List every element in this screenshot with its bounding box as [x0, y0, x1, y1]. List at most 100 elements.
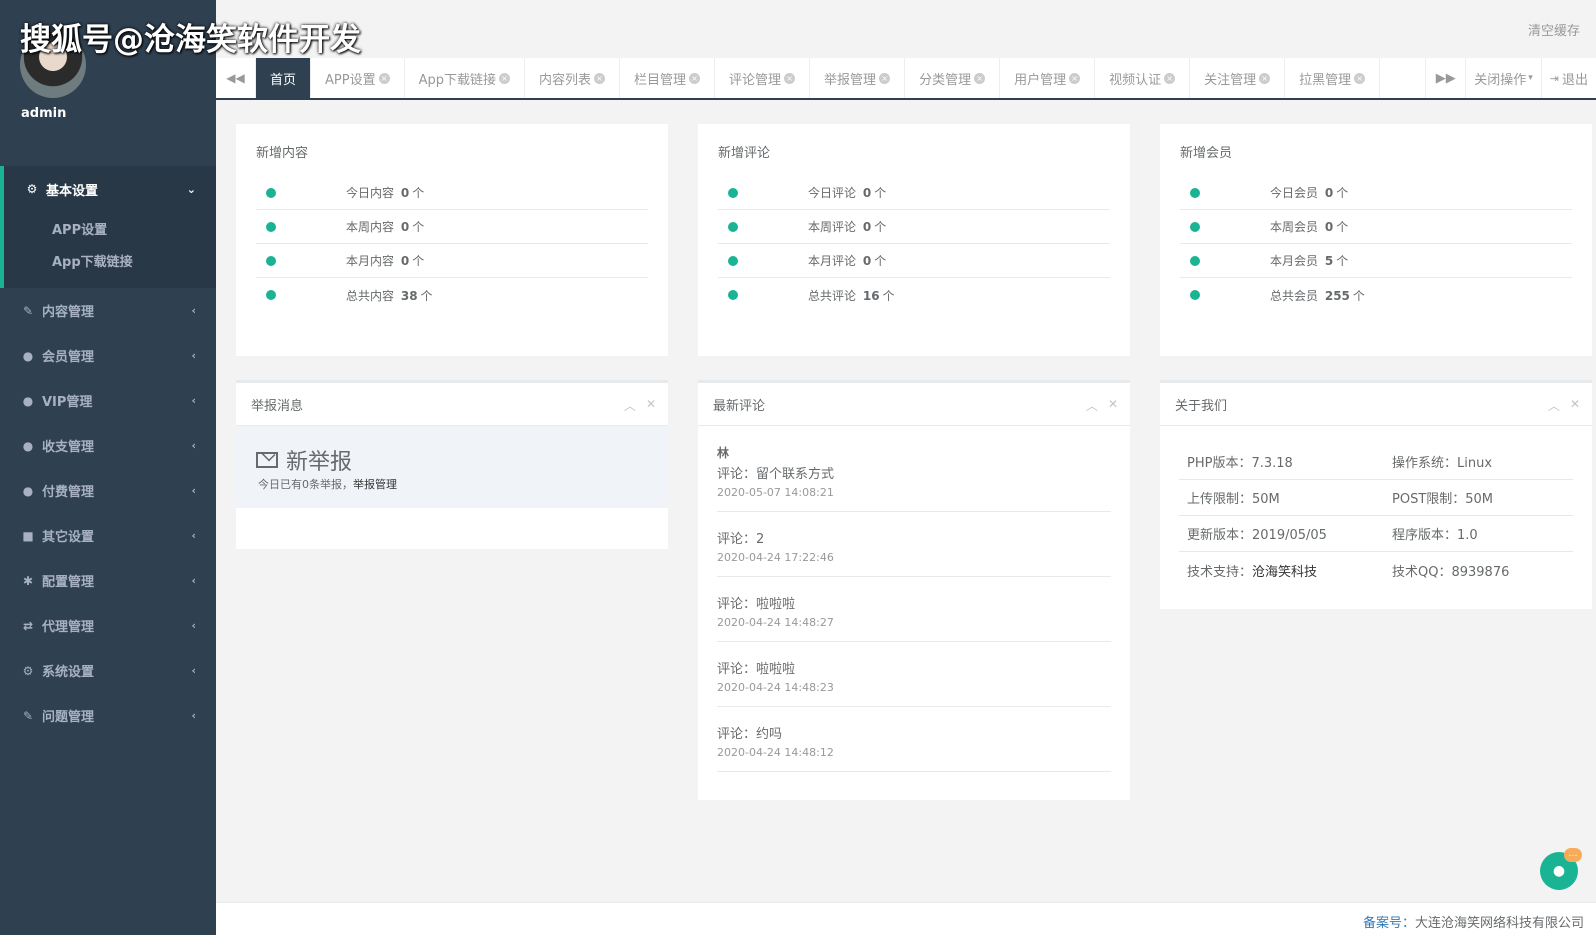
stat-unit: 个: [412, 220, 425, 234]
status-dot-icon: [728, 187, 738, 198]
about-cell: 更新版本：2019/05/05: [1187, 524, 1327, 543]
about-key: 更新版本：: [1187, 528, 1253, 543]
sidebar-item[interactable]: ✱ 配置管理 ‹: [0, 558, 216, 603]
about-cell: 上传限制：50M: [1187, 488, 1280, 507]
report-manage-link[interactable]: 举报管理: [353, 478, 397, 491]
tab-close-icon[interactable]: ×: [879, 72, 891, 84]
tabs-scroll-right-button[interactable]: ▶▶: [1425, 58, 1465, 98]
stat-card: 新增评论 今日评论 0 个本周评论 0 个本月评论 0 个总共评论 16 个: [698, 124, 1130, 356]
tab[interactable]: App下载链接 ×: [405, 58, 525, 98]
about-row: 更新版本：2019/05/05 程序版本：1.0: [1179, 516, 1573, 552]
stat-value: 0: [862, 254, 872, 268]
sidebar-item[interactable]: ● VIP管理 ‹: [0, 378, 216, 423]
tab-close-icon[interactable]: ×: [594, 72, 606, 84]
tab[interactable]: 首页: [256, 58, 312, 98]
sidebar-item[interactable]: ● 付费管理 ‹: [0, 468, 216, 513]
tab[interactable]: 内容列表 ×: [525, 58, 621, 98]
close-ops-dropdown[interactable]: 关闭操作 ▾: [1465, 58, 1541, 98]
tab[interactable]: 视频认证 ×: [1095, 58, 1191, 98]
about-value[interactable]: 沧海笑科技: [1252, 565, 1317, 580]
sidebar-item[interactable]: ⇄ 代理管理 ‹: [0, 603, 216, 648]
stat-row: 今日会员 0个: [1180, 176, 1572, 210]
stat-text: 今日会员 0个: [1270, 184, 1348, 201]
tab[interactable]: 栏目管理 ×: [620, 58, 716, 98]
sidebar-subitem-app-settings[interactable]: APP设置: [4, 212, 216, 244]
stat-unit: 个: [412, 186, 425, 200]
tab-label: 拉黑管理: [1299, 72, 1352, 88]
stat-label: 今日会员: [1270, 186, 1319, 200]
stat-row: 总共会员 255 个: [1180, 278, 1572, 312]
tabs-bar: ◀◀ 首页 APP设置 × App下载链接 × 内容列表 × 栏目管理 × 评论管理 × 举报管理 × 分…: [216, 58, 1596, 100]
chevron-left-icon: ‹: [191, 619, 196, 632]
stat-text: 本周会员 0个: [1270, 218, 1348, 235]
chevron-left-icon: ‹: [191, 529, 196, 542]
tab[interactable]: 关注管理 ×: [1190, 58, 1286, 98]
collapse-icon[interactable]: ︿: [1548, 397, 1560, 414]
panel-header: 最新评论 ︿ ✕: [698, 380, 1130, 426]
comment-text: 评论：约吗: [717, 727, 783, 742]
tabs-scroll-left-button[interactable]: ◀◀: [216, 58, 256, 98]
stat-list: 今日会员 0 个本周会员 0 个本月会员 5 个总共会员 255 个: [1180, 176, 1572, 312]
gear-icon: ⚙: [26, 182, 38, 196]
about-panel: 关于我们 ︿ ✕ PHP版本：7.3.18 操作系统：Linux 上传限制：50M P…: [1160, 380, 1592, 609]
tab-close-icon[interactable]: ×: [499, 72, 510, 84]
report-headline: 新举报: [256, 444, 352, 476]
stat-value: 255: [1324, 288, 1350, 303]
user-icon: ●: [22, 348, 34, 363]
sidebar-item[interactable]: ✎ 问题管理 ‹: [0, 693, 216, 738]
tab-close-icon[interactable]: ×: [1354, 72, 1366, 84]
tab-close-icon[interactable]: ×: [784, 72, 796, 84]
tab[interactable]: 用户管理 ×: [1000, 58, 1096, 98]
tab-close-icon[interactable]: ×: [1164, 72, 1176, 84]
about-list: PHP版本：7.3.18 操作系统：Linux 上传限制：50M POST限制：50M…: [1160, 426, 1592, 588]
tab-close-icon[interactable]: ×: [974, 72, 986, 84]
sidebar-item[interactable]: ■ 其它设置 ‹: [0, 513, 216, 558]
tab-label: 用户管理: [1014, 72, 1067, 88]
icp-label: 备案号：: [1362, 916, 1415, 931]
chevron-left-icon: ‹: [191, 394, 196, 407]
tab[interactable]: 举报管理 ×: [810, 58, 906, 98]
comment-time: 2020-05-07 14:08:21: [717, 486, 834, 499]
comment-item: 林评论：留个联系方式 2020-05-07 14:08:21: [717, 430, 1111, 512]
caret-down-icon: ▾: [1528, 73, 1533, 83]
stat-card: 新增会员 今日会员 0 个本周会员 0 个本月会员 5 个总共会员 255 个: [1160, 124, 1592, 356]
tab[interactable]: 拉黑管理 ×: [1285, 58, 1381, 98]
sidebar-item-label: 配置管理: [42, 575, 95, 590]
sidebar-subitem-app-download[interactable]: App下载链接: [4, 244, 216, 276]
collapse-icon[interactable]: ︿: [1086, 397, 1098, 414]
tab[interactable]: APP设置 ×: [311, 58, 405, 98]
tab-close-icon[interactable]: ×: [689, 72, 701, 84]
sidebar-item[interactable]: ✎ 内容管理 ‹: [0, 288, 216, 333]
stat-label: 今日评论: [808, 186, 857, 200]
tab[interactable]: 分类管理 ×: [905, 58, 1001, 98]
about-cell: 操作系统：Linux: [1392, 452, 1492, 471]
close-icon[interactable]: ✕: [1108, 397, 1118, 414]
sidebar-item[interactable]: ⚙ 系统设置 ‹: [0, 648, 216, 693]
sidebar-item-label: 内容管理: [42, 305, 95, 320]
tab-close-icon[interactable]: ×: [378, 72, 390, 84]
stat-text: 今日内容 0个: [346, 184, 424, 201]
tab-close-icon[interactable]: ×: [1259, 72, 1271, 84]
tab-close-icon[interactable]: ×: [1069, 72, 1081, 84]
company-name: 大连沧海笑网络科技有限公司: [1414, 916, 1584, 931]
sidebar-item[interactable]: ● 收支管理 ‹: [0, 423, 216, 468]
close-icon[interactable]: ✕: [1570, 397, 1580, 414]
chevron-down-icon: ⌄: [186, 182, 196, 196]
stat-row: 总共评论 16 个: [718, 278, 1110, 312]
stat-list: 今日评论 0 个本周评论 0 个本月评论 0 个总共评论 16 个: [718, 176, 1110, 312]
user-name[interactable]: admin: [21, 106, 66, 121]
logout-button[interactable]: ⇥ 退出: [1540, 58, 1596, 98]
sidebar-item[interactable]: ● 会员管理 ‹: [0, 333, 216, 378]
sidebar-item-basic-settings[interactable]: ⚙ 基本设置 ⌄: [4, 166, 216, 212]
chevron-left-icon: ‹: [191, 439, 196, 452]
about-cell: PHP版本：7.3.18: [1187, 452, 1293, 471]
cogs-icon: ⚙: [22, 663, 34, 678]
panel-title: 最新评论: [713, 398, 766, 414]
clear-cache-link[interactable]: 清空缓存: [1528, 20, 1580, 39]
tab[interactable]: 评论管理 ×: [715, 58, 811, 98]
comment-time: 2020-04-24 14:48:12: [717, 746, 834, 759]
about-key: 操作系统：: [1392, 456, 1458, 471]
close-icon[interactable]: ✕: [646, 397, 656, 414]
collapse-icon[interactable]: ︿: [624, 397, 636, 414]
chat-badge: …: [1564, 848, 1582, 862]
